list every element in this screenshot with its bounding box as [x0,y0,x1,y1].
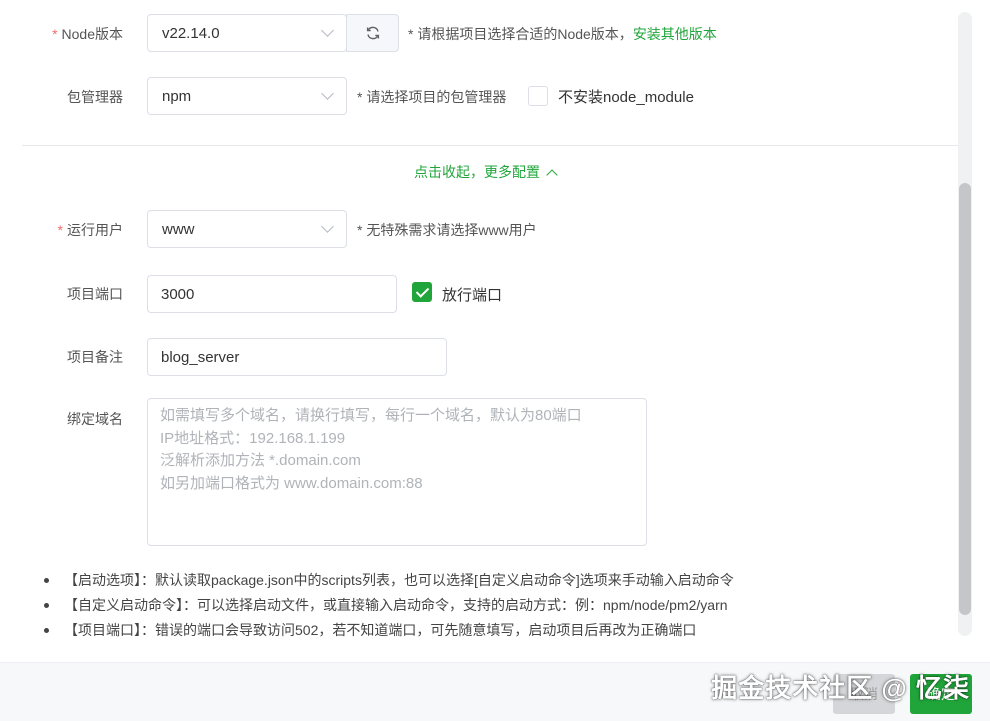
package-manager-hint: * 请选择项目的包管理器 [357,89,507,105]
refresh-button[interactable] [346,14,399,52]
tip-item: 【自定义启动命令】：可以选择启动文件，或直接输入启动命令，支持的启动方式：例：n… [44,593,944,618]
placeholder-line: 如另加端口格式为 www.domain.com:88 [160,474,423,492]
chevron-down-icon [321,24,334,37]
refresh-icon [366,26,379,40]
required-asterisk: * [52,26,58,42]
node-version-hint: * 请根据项目选择合适的Node版本，安装其他版本 [408,26,717,42]
collapse-more-config-link[interactable]: 点击收起，更多配置 [414,162,558,182]
run-user-hint: * 无特殊需求请选择www用户 [357,222,537,238]
project-remark-label: 项目备注 [67,349,123,365]
bind-domain-label: 绑定域名 [67,411,123,427]
run-user-label: * 运行用户 [57,222,123,238]
tip-item: 【启动选项】：默认读取package.json中的scripts列表，也可以选择… [44,568,944,593]
project-port-label: 项目端口 [67,286,123,302]
watermark: 掘金技术社区 @ 忆柒 [711,673,970,703]
required-asterisk: * [57,222,63,238]
placeholder-line: 如需填写多个域名，请换行填写，每行一个域名，默认为80端口 [160,407,582,424]
project-port-input[interactable]: 3000 [147,275,397,313]
run-user-value: www [162,220,195,238]
package-manager-value: npm [162,87,192,105]
package-manager-select[interactable]: npm [147,77,347,115]
install-other-version-link[interactable]: 安装其他版本 [633,26,717,42]
node-version-label: * Node版本 [52,26,123,42]
node-version-value: v22.14.0 [162,24,220,42]
section-divider [22,145,960,146]
open-port-checkbox[interactable] [412,282,432,302]
package-manager-label: 包管理器 [67,89,123,105]
chevron-up-icon [546,169,558,181]
tip-item: 【项目端口】：错误的端口会导致访问502，若不知道端口，可先随意填写，启动项目后… [44,618,944,643]
chevron-down-icon [321,87,334,100]
placeholder-line: 泛解析添加方法 *.domain.com [160,452,361,469]
open-port-label: 放行端口 [442,287,503,304]
no-node-modules-label: 不安装node_module [558,89,694,106]
placeholder-line: IP地址格式：192.168.1.199 [160,429,346,447]
no-node-modules-checkbox[interactable] [528,86,548,106]
bind-domain-textarea[interactable]: 如需填写多个域名，请换行填写，每行一个域名，默认为80端口 IP地址格式：192… [147,398,647,546]
run-user-select[interactable]: www [147,210,347,248]
tips-list: 【启动选项】：默认读取package.json中的scripts列表，也可以选择… [44,568,944,643]
node-version-select[interactable]: v22.14.0 [147,14,347,52]
chevron-down-icon [321,220,334,233]
scrollbar-thumb[interactable] [959,183,971,615]
project-remark-input[interactable]: blog_server [147,338,447,376]
